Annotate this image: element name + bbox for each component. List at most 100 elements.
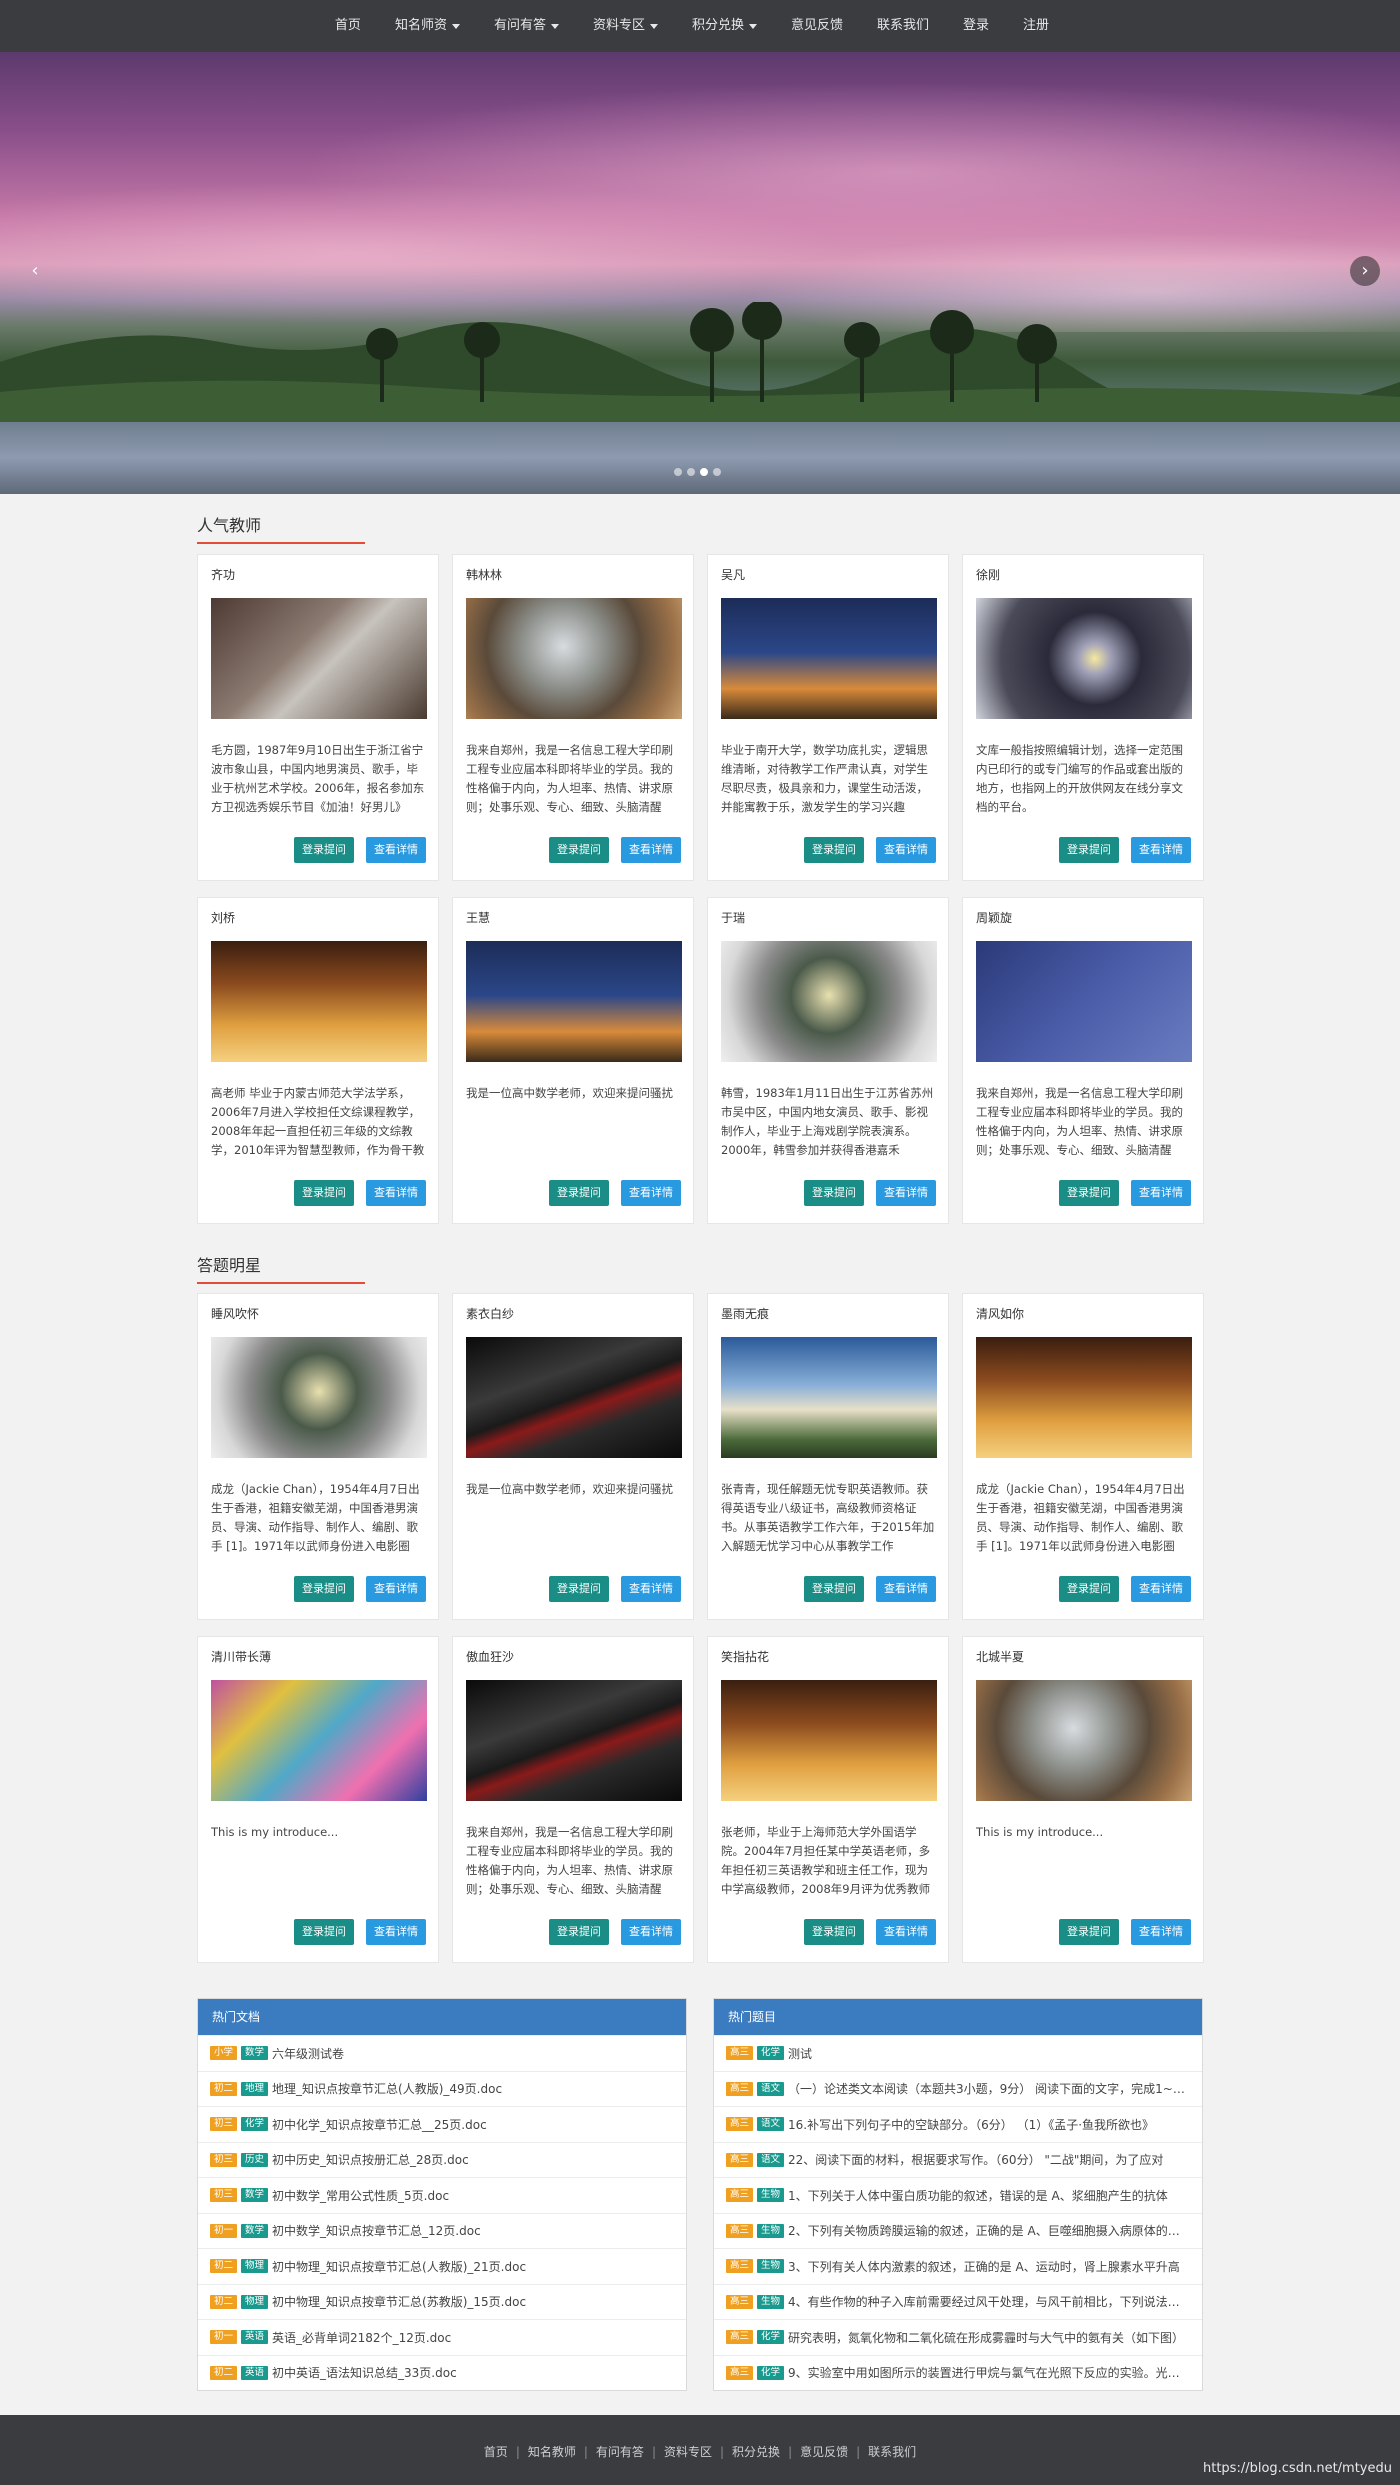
teacher-photo[interactable] bbox=[721, 1337, 937, 1458]
ask-question-button[interactable]: 登录提问 bbox=[1059, 1180, 1119, 1206]
view-details-button[interactable]: 查看详情 bbox=[876, 837, 936, 863]
list-item-title[interactable]: 初中历史_知识点按册汇总_28页.doc bbox=[272, 2151, 469, 2168]
teacher-name[interactable]: 北城半夏 bbox=[976, 1648, 1024, 1665]
teacher-name[interactable]: 素衣白纱 bbox=[466, 1305, 514, 1322]
teacher-name[interactable]: 周颖旋 bbox=[976, 909, 1012, 926]
teacher-photo[interactable] bbox=[211, 1337, 427, 1458]
list-item[interactable]: 小学 数学 六年级测试卷 bbox=[198, 2035, 686, 2071]
teacher-name[interactable]: 刘桥 bbox=[211, 909, 235, 926]
teacher-photo[interactable] bbox=[466, 941, 682, 1062]
teacher-name[interactable]: 傲血狂沙 bbox=[466, 1648, 514, 1665]
list-item[interactable]: 高三 生物 3、下列有关人体内激素的叙述，正确的是 A、运动时，肾上腺素水平升高 bbox=[714, 2248, 1202, 2284]
footer-link[interactable]: 意见反馈 bbox=[800, 2445, 848, 2459]
teacher-name[interactable]: 王慧 bbox=[466, 909, 490, 926]
carousel-next-button[interactable]: › bbox=[1350, 256, 1380, 286]
list-item-title[interactable]: 3、下列有关人体内激素的叙述，正确的是 A、运动时，肾上腺素水平升高 bbox=[788, 2258, 1180, 2275]
teacher-name[interactable]: 睡风吹怀 bbox=[211, 1305, 259, 1322]
nav-item[interactable]: 意见反馈 bbox=[774, 0, 860, 52]
view-details-button[interactable]: 查看详情 bbox=[1131, 837, 1191, 863]
teacher-name[interactable]: 韩林林 bbox=[466, 566, 502, 583]
list-item[interactable]: 高三 生物 1、下列关于人体中蛋白质功能的叙述，错误的是 A、浆细胞产生的抗体 bbox=[714, 2177, 1202, 2213]
list-item[interactable]: 初二 英语 初中英语_语法知识总结_33页.doc bbox=[198, 2354, 686, 2391]
teacher-photo[interactable] bbox=[466, 598, 682, 719]
teacher-photo[interactable] bbox=[976, 1680, 1192, 1801]
view-details-button[interactable]: 查看详情 bbox=[366, 1576, 426, 1602]
view-details-button[interactable]: 查看详情 bbox=[876, 1576, 936, 1602]
list-item-title[interactable]: 测试 bbox=[788, 2045, 812, 2062]
ask-question-button[interactable]: 登录提问 bbox=[1059, 1919, 1119, 1945]
list-item[interactable]: 高三 化学 研究表明，氮氧化物和二氧化硫在形成雾霾时与大气中的氨有关（如下图） bbox=[714, 2319, 1202, 2355]
view-details-button[interactable]: 查看详情 bbox=[876, 1919, 936, 1945]
teacher-name[interactable]: 齐功 bbox=[211, 566, 235, 583]
list-item-title[interactable]: 初中英语_语法知识总结_33页.doc bbox=[272, 2364, 457, 2381]
list-item-title[interactable]: 16.补写出下列句子中的空缺部分。（6分） （1）《孟子·鱼我所欲也》 bbox=[788, 2116, 1154, 2133]
list-item[interactable]: 初一 英语 英语_必背单词2182个_12页.doc bbox=[198, 2319, 686, 2355]
teacher-photo[interactable] bbox=[976, 1337, 1192, 1458]
nav-item[interactable]: 联系我们 bbox=[860, 0, 946, 52]
list-item[interactable]: 高三 生物 4、有些作物的种子入库前需要经过风干处理，与风干前相比，下列说法错误的 bbox=[714, 2283, 1202, 2320]
ask-question-button[interactable]: 登录提问 bbox=[549, 1576, 609, 1602]
footer-link[interactable]: 知名教师 bbox=[528, 2445, 576, 2459]
list-item[interactable]: 高三 语文 16.补写出下列句子中的空缺部分。（6分） （1）《孟子·鱼我所欲也》 bbox=[714, 2106, 1202, 2142]
ask-question-button[interactable]: 登录提问 bbox=[294, 837, 354, 863]
ask-question-button[interactable]: 登录提问 bbox=[549, 1919, 609, 1945]
list-item[interactable]: 初二 地理 地理_知识点按章节汇总(人教版)_49页.doc bbox=[198, 2070, 686, 2107]
ask-question-button[interactable]: 登录提问 bbox=[549, 1180, 609, 1206]
list-item[interactable]: 初二 物理 初中物理_知识点按章节汇总(人教版)_21页.doc bbox=[198, 2248, 686, 2284]
list-item[interactable]: 初三 化学 初中化学_知识点按章节汇总__25页.doc bbox=[198, 2106, 686, 2142]
list-item[interactable]: 高三 化学 测试 bbox=[714, 2035, 1202, 2071]
list-item-title[interactable]: 地理_知识点按章节汇总(人教版)_49页.doc bbox=[272, 2080, 502, 2097]
list-item-title[interactable]: 初中数学_常用公式性质_5页.doc bbox=[272, 2187, 449, 2204]
view-details-button[interactable]: 查看详情 bbox=[366, 1919, 426, 1945]
carousel-prev-button[interactable]: ‹ bbox=[20, 256, 50, 286]
list-item[interactable]: 高三 化学 9、实验室中用如图所示的装置进行甲烷与氯气在光照下反应的实验。光照下 bbox=[714, 2354, 1202, 2391]
list-item-title[interactable]: 研究表明，氮氧化物和二氧化硫在形成雾霾时与大气中的氨有关（如下图） bbox=[788, 2329, 1184, 2346]
teacher-name[interactable]: 墨雨无痕 bbox=[721, 1305, 769, 1322]
list-item-title[interactable]: 初中物理_知识点按章节汇总(苏教版)_15页.doc bbox=[272, 2293, 526, 2310]
carousel-dot[interactable] bbox=[674, 468, 682, 476]
list-item[interactable]: 初二 物理 初中物理_知识点按章节汇总(苏教版)_15页.doc bbox=[198, 2283, 686, 2320]
footer-link[interactable]: 联系我们 bbox=[868, 2445, 916, 2459]
view-details-button[interactable]: 查看详情 bbox=[876, 1180, 936, 1206]
teacher-photo[interactable] bbox=[466, 1337, 682, 1458]
nav-item[interactable]: 有问有答 bbox=[477, 0, 576, 52]
ask-question-button[interactable]: 登录提问 bbox=[549, 837, 609, 863]
ask-question-button[interactable]: 登录提问 bbox=[1059, 837, 1119, 863]
list-item-title[interactable]: 六年级测试卷 bbox=[272, 2045, 344, 2062]
list-item-title[interactable]: 初中数学_知识点按章节汇总_12页.doc bbox=[272, 2222, 481, 2239]
footer-link[interactable]: 有问有答 bbox=[596, 2445, 644, 2459]
list-item[interactable]: 初一 数学 初中数学_知识点按章节汇总_12页.doc bbox=[198, 2212, 686, 2249]
carousel-dot[interactable] bbox=[687, 468, 695, 476]
ask-question-button[interactable]: 登录提问 bbox=[294, 1180, 354, 1206]
teacher-name[interactable]: 徐刚 bbox=[976, 566, 1000, 583]
teacher-name[interactable]: 笑指拈花 bbox=[721, 1648, 769, 1665]
list-item-title[interactable]: 初中物理_知识点按章节汇总(人教版)_21页.doc bbox=[272, 2258, 526, 2275]
list-item-title[interactable]: （一）论述类文本阅读（本题共3小题，9分） 阅读下面的文字，完成1~3题 bbox=[788, 2080, 1188, 2097]
carousel-dot[interactable] bbox=[700, 468, 708, 476]
ask-question-button[interactable]: 登录提问 bbox=[1059, 1576, 1119, 1602]
teacher-name[interactable]: 吴凡 bbox=[721, 566, 745, 583]
list-item-title[interactable]: 4、有些作物的种子入库前需要经过风干处理，与风干前相比，下列说法错误的 bbox=[788, 2293, 1188, 2310]
footer-link[interactable]: 积分兑换 bbox=[732, 2445, 780, 2459]
teacher-photo[interactable] bbox=[976, 598, 1192, 719]
view-details-button[interactable]: 查看详情 bbox=[1131, 1576, 1191, 1602]
teacher-photo[interactable] bbox=[211, 1680, 427, 1801]
list-item-title[interactable]: 初中化学_知识点按章节汇总__25页.doc bbox=[272, 2116, 487, 2133]
ask-question-button[interactable]: 登录提问 bbox=[804, 1180, 864, 1206]
nav-item[interactable]: 积分兑换 bbox=[675, 0, 774, 52]
view-details-button[interactable]: 查看详情 bbox=[1131, 1919, 1191, 1945]
teacher-photo[interactable] bbox=[211, 941, 427, 1062]
view-details-button[interactable]: 查看详情 bbox=[621, 1576, 681, 1602]
view-details-button[interactable]: 查看详情 bbox=[366, 1180, 426, 1206]
ask-question-button[interactable]: 登录提问 bbox=[804, 1576, 864, 1602]
teacher-photo[interactable] bbox=[976, 941, 1192, 1062]
teacher-name[interactable]: 清风如你 bbox=[976, 1305, 1024, 1322]
nav-item[interactable]: 知名师资 bbox=[378, 0, 477, 52]
list-item-title[interactable]: 英语_必背单词2182个_12页.doc bbox=[272, 2329, 451, 2346]
view-details-button[interactable]: 查看详情 bbox=[1131, 1180, 1191, 1206]
list-item-title[interactable]: 2、下列有关物质跨膜运输的叙述，正确的是 A、巨噬细胞摄入病原体的过程 bbox=[788, 2222, 1188, 2239]
ask-question-button[interactable]: 登录提问 bbox=[294, 1919, 354, 1945]
ask-question-button[interactable]: 登录提问 bbox=[804, 837, 864, 863]
list-item-title[interactable]: 9、实验室中用如图所示的装置进行甲烷与氯气在光照下反应的实验。光照下 bbox=[788, 2364, 1188, 2381]
footer-link[interactable]: 首页 bbox=[484, 2445, 508, 2459]
